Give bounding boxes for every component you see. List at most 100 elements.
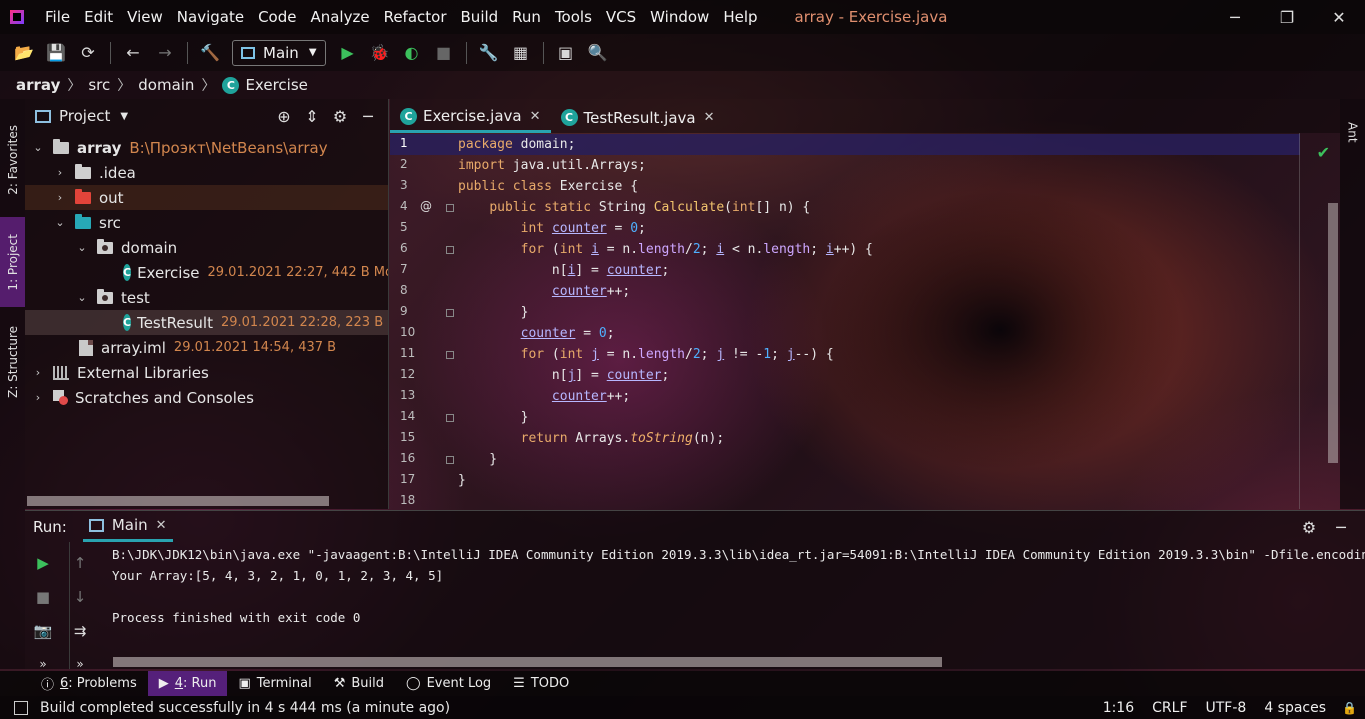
close-tab-icon[interactable]: ✕ bbox=[704, 110, 715, 125]
favorites-tool-tab[interactable]: 2: Favorites bbox=[0, 107, 25, 212]
tool-tab-problems[interactable]: ⓘ 6: Problems bbox=[30, 671, 148, 696]
code-line[interactable]: public class Exercise { bbox=[458, 176, 1310, 197]
soft-wrap-icon[interactable]: ⇉ bbox=[67, 619, 93, 643]
tree-row-scratches[interactable]: › Scratches and Consoles bbox=[25, 385, 388, 410]
inspection-ok-icon[interactable]: ✔ bbox=[1317, 143, 1330, 162]
tool-tab-todo[interactable]: ☰ TODO bbox=[502, 671, 580, 696]
hide-panel-icon[interactable]: ─ bbox=[1325, 515, 1357, 539]
code-line[interactable] bbox=[458, 491, 1310, 512]
menu-file[interactable]: File bbox=[38, 8, 77, 26]
run-tab-main[interactable]: Main ✕ bbox=[82, 511, 173, 542]
tree-row-domain[interactable]: ⌄ domain bbox=[25, 235, 388, 260]
lock-icon[interactable]: 🔒 bbox=[1342, 701, 1357, 715]
fold-marker-icon[interactable] bbox=[446, 204, 454, 212]
forward-icon[interactable]: → bbox=[152, 40, 178, 66]
fold-marker-icon[interactable] bbox=[446, 456, 454, 464]
synchronize-icon[interactable]: ⟳ bbox=[75, 40, 101, 66]
horizontal-scrollbar[interactable] bbox=[27, 496, 329, 506]
tree-row-external-libraries[interactable]: › External Libraries bbox=[25, 360, 388, 385]
vertical-scrollbar[interactable] bbox=[1328, 203, 1338, 463]
tool-tab-terminal[interactable]: ▣ Terminal bbox=[227, 671, 322, 696]
fold-marker-icon[interactable] bbox=[446, 246, 454, 254]
code-line[interactable]: n[j] = counter; bbox=[458, 365, 1310, 386]
collapse-all-icon[interactable]: ⇕ bbox=[298, 103, 326, 129]
up-arrow-icon[interactable]: ↑ bbox=[67, 551, 93, 575]
code-line[interactable]: } bbox=[458, 470, 1310, 491]
code-line[interactable]: public static String Calculate(int[] n) … bbox=[458, 197, 1310, 218]
code-line[interactable]: counter = 0; bbox=[458, 323, 1310, 344]
tool-tab-build[interactable]: ⚒ Build bbox=[323, 671, 395, 696]
menu-tools[interactable]: Tools bbox=[548, 8, 599, 26]
code-line[interactable]: import java.util.Arrays; bbox=[458, 155, 1310, 176]
tab-testresult-java[interactable]: C TestResult.java ✕ bbox=[551, 102, 725, 133]
tree-row-src[interactable]: ⌄ src bbox=[25, 210, 388, 235]
stop-icon[interactable]: ■ bbox=[30, 585, 56, 609]
status-message[interactable]: Build completed successfully in 4 s 444 … bbox=[40, 700, 450, 716]
menu-edit[interactable]: Edit bbox=[77, 8, 120, 26]
code-line[interactable]: for (int j = n.length/2; j != -1; j--) { bbox=[458, 344, 1310, 365]
fold-marker-icon[interactable] bbox=[446, 414, 454, 422]
coverage-icon[interactable]: ◐ bbox=[399, 40, 425, 66]
code-line[interactable]: counter++; bbox=[458, 386, 1310, 407]
toggle-tool-windows-icon[interactable] bbox=[14, 700, 28, 715]
gear-icon[interactable]: ⚙ bbox=[1293, 515, 1325, 539]
terminal-window-icon[interactable]: ▣ bbox=[553, 40, 579, 66]
breadcrumb-item[interactable]: array bbox=[16, 76, 60, 94]
ant-tool-tab[interactable]: Ant bbox=[1340, 107, 1365, 157]
console-output[interactable]: B:\JDK\JDK12\bin\java.exe "-javaagent:B:… bbox=[112, 544, 1365, 669]
tree-row-testresult[interactable]: C TestResult 29.01.2021 22:28, 223 B M bbox=[25, 310, 388, 335]
tree-row-idea[interactable]: › .idea bbox=[25, 160, 388, 185]
camera-snapshot-icon[interactable]: 📷 bbox=[30, 619, 56, 643]
code-line[interactable]: } bbox=[458, 302, 1310, 323]
tree-row-exercise[interactable]: C Exercise 29.01.2021 22:27, 442 B Mon bbox=[25, 260, 388, 285]
code-line[interactable]: } bbox=[458, 449, 1310, 470]
indent-setting[interactable]: 4 spaces bbox=[1264, 700, 1326, 716]
tree-row-out[interactable]: › out bbox=[25, 185, 388, 210]
build-hammer-icon[interactable]: 🔨 bbox=[197, 40, 223, 66]
fold-marker-icon[interactable] bbox=[446, 351, 454, 359]
locate-file-icon[interactable]: ⊕ bbox=[270, 103, 298, 129]
code-line[interactable]: n[i] = counter; bbox=[458, 260, 1310, 281]
breadcrumb-item[interactable]: Exercise bbox=[245, 76, 307, 94]
override-marker-icon[interactable]: @ bbox=[420, 199, 432, 213]
tool-tab-event-log[interactable]: ◯ Event Log bbox=[395, 671, 502, 696]
search-icon[interactable]: 🔍 bbox=[585, 40, 611, 66]
tree-row-test[interactable]: ⌄ test bbox=[25, 285, 388, 310]
minimize-icon[interactable]: ─ bbox=[1209, 0, 1261, 34]
debug-icon[interactable]: 🐞 bbox=[367, 40, 393, 66]
tree-row-iml[interactable]: array.iml 29.01.2021 14:54, 437 B bbox=[25, 335, 388, 360]
open-folder-icon[interactable]: 📂 bbox=[11, 40, 37, 66]
project-tool-tab[interactable]: 1: Project bbox=[0, 217, 25, 307]
down-arrow-icon[interactable]: ↓ bbox=[67, 585, 93, 609]
tool-tab-run[interactable]: ▶ 4: Run bbox=[147, 671, 228, 696]
menu-code[interactable]: Code bbox=[251, 8, 303, 26]
horizontal-scrollbar[interactable] bbox=[113, 657, 942, 667]
tree-row-array[interactable]: ⌄ array B:\Проэкт\NetBeans\array bbox=[25, 135, 388, 160]
menu-navigate[interactable]: Navigate bbox=[170, 8, 251, 26]
close-window-icon[interactable]: ✕ bbox=[1313, 0, 1365, 34]
code-line[interactable]: for (int i = n.length/2; i < n.length; i… bbox=[458, 239, 1310, 260]
run-configuration-select[interactable]: Main ▼ bbox=[232, 39, 326, 66]
menu-window[interactable]: Window bbox=[643, 8, 716, 26]
hide-panel-icon[interactable]: ─ bbox=[354, 103, 382, 129]
menu-view[interactable]: View bbox=[120, 8, 170, 26]
fold-marker-icon[interactable] bbox=[446, 309, 454, 317]
breadcrumb-item[interactable]: src bbox=[88, 76, 110, 94]
restore-icon[interactable]: ❐ bbox=[1261, 0, 1313, 34]
save-all-icon[interactable]: 💾 bbox=[43, 40, 69, 66]
code-line[interactable]: package domain; bbox=[458, 134, 1310, 155]
menu-analyze[interactable]: Analyze bbox=[303, 8, 376, 26]
menu-refactor[interactable]: Refactor bbox=[377, 8, 454, 26]
file-encoding[interactable]: UTF-8 bbox=[1206, 700, 1247, 716]
code-line[interactable]: counter++; bbox=[458, 281, 1310, 302]
code-line[interactable]: } bbox=[458, 407, 1310, 428]
line-separator[interactable]: CRLF bbox=[1152, 700, 1187, 716]
menu-run[interactable]: Run bbox=[505, 8, 548, 26]
project-structure-icon[interactable]: ▦ bbox=[508, 40, 534, 66]
close-tab-icon[interactable]: ✕ bbox=[530, 109, 541, 124]
gear-icon[interactable]: ⚙ bbox=[326, 103, 354, 129]
menu-build[interactable]: Build bbox=[454, 8, 506, 26]
code-line[interactable]: int counter = 0; bbox=[458, 218, 1310, 239]
rerun-icon[interactable]: ▶ bbox=[30, 551, 56, 575]
tab-exercise-java[interactable]: C Exercise.java ✕ bbox=[390, 102, 551, 133]
